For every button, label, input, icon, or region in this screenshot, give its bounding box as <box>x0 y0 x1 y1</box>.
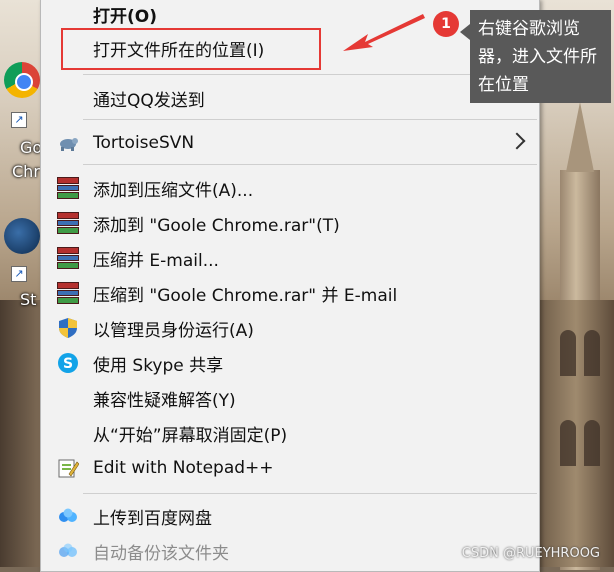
menu-item-compress-and-email[interactable]: 压缩并 E-mail... <box>41 241 539 275</box>
menu-item-label: 添加到压缩文件(A)... <box>93 180 254 201</box>
menu-item-label: 压缩并 E-mail... <box>93 250 219 271</box>
background-spire <box>566 102 594 172</box>
annotation-highlight-box <box>61 28 321 70</box>
menu-separator <box>83 119 537 120</box>
menu-item-run-as-admin[interactable]: 以管理员身份运行(A) <box>41 311 539 345</box>
winrar-icon <box>57 282 79 305</box>
menu-separator <box>83 493 537 494</box>
chrome-center-icon <box>15 73 33 91</box>
shortcut-arrow-icon: ↗ <box>11 112 27 128</box>
menu-item-troubleshoot-compatibility[interactable]: 兼容性疑难解答(Y) <box>41 381 539 415</box>
menu-item-add-to-rar[interactable]: 添加到 "Goole Chrome.rar"(T) <box>41 206 539 240</box>
callout-pointer <box>460 24 470 40</box>
menu-item-label: 添加到 "Goole Chrome.rar"(T) <box>93 215 340 236</box>
svg-text:S: S <box>63 356 73 372</box>
annotation-arrow-icon <box>343 14 425 51</box>
menu-item-edit-with-notepad[interactable]: Edit with Notepad++ <box>41 451 539 485</box>
menu-item-label: 自动备份该文件夹 <box>93 543 229 564</box>
menu-item-label: 使用 Skype 共享 <box>93 355 224 376</box>
annotation-step-badge: 1 <box>433 11 459 37</box>
menu-item-label: 兼容性疑难解答(Y) <box>93 390 236 411</box>
skype-icon: S <box>58 353 78 373</box>
menu-item-tortoisesvn[interactable]: TortoiseSVN <box>41 126 539 160</box>
desktop-icon-label: Go <box>20 138 43 157</box>
menu-item-label: TortoiseSVN <box>93 133 195 153</box>
baidu-netdisk-icon <box>59 508 77 522</box>
menu-item-label: 打开(O) <box>93 6 157 27</box>
desktop-icon-label: St <box>20 290 37 309</box>
winrar-icon <box>57 212 79 235</box>
background-window <box>584 420 600 466</box>
menu-item-label: 以管理员身份运行(A) <box>93 320 254 341</box>
desktop-icon-label: Chr <box>12 162 40 181</box>
menu-item-label: 上传到百度网盘 <box>93 508 212 529</box>
annotation-callout: 右键谷歌浏览器，进入文件所在位置 <box>460 10 611 103</box>
background-window <box>560 330 576 376</box>
menu-item-share-with-skype[interactable]: S 使用 Skype 共享 <box>41 346 539 380</box>
menu-item-upload-to-baidu[interactable]: 上传到百度网盘 <box>41 499 539 533</box>
menu-item-add-to-archive[interactable]: 添加到压缩文件(A)... <box>41 171 539 205</box>
menu-item-label: 压缩到 "Goole Chrome.rar" 并 E-mail <box>93 285 398 306</box>
callout-text: 右键谷歌浏览器，进入文件所在位置 <box>478 19 597 95</box>
background-building <box>538 300 614 567</box>
menu-separator <box>83 164 537 165</box>
context-menu: 打开(O) 打开文件所在的位置(I) 通过QQ发送到 TortoiseSVN 添… <box>40 0 540 572</box>
menu-item-compress-to-rar-and-email[interactable]: 压缩到 "Goole Chrome.rar" 并 E-mail <box>41 276 539 310</box>
menu-item-unpin-from-start[interactable]: 从“开始”屏幕取消固定(P) <box>41 416 539 450</box>
menu-item-label: 通过QQ发送到 <box>93 90 205 111</box>
watermark: CSDN @RUEYHROOG <box>461 546 600 561</box>
menu-item-label: 从“开始”屏幕取消固定(P) <box>93 425 288 446</box>
shortcut-arrow-icon: ↗ <box>11 266 27 282</box>
shield-icon <box>59 318 77 338</box>
menu-item-label: Edit with Notepad++ <box>93 458 274 478</box>
tortoise-icon <box>60 138 78 151</box>
background-building-left <box>0 300 40 567</box>
winrar-icon <box>57 177 79 200</box>
menu-separator <box>83 74 537 75</box>
background-window <box>584 330 600 376</box>
baidu-netdisk-icon <box>59 543 77 557</box>
chevron-right-icon <box>508 132 526 150</box>
chrome-desktop-icon[interactable] <box>4 62 40 98</box>
steam-desktop-icon[interactable] <box>4 218 40 254</box>
notepad-plus-plus-icon <box>58 459 79 478</box>
winrar-icon <box>57 247 79 270</box>
background-window <box>560 420 576 466</box>
menu-item-send-via-qq[interactable]: 通过QQ发送到 <box>41 81 539 115</box>
